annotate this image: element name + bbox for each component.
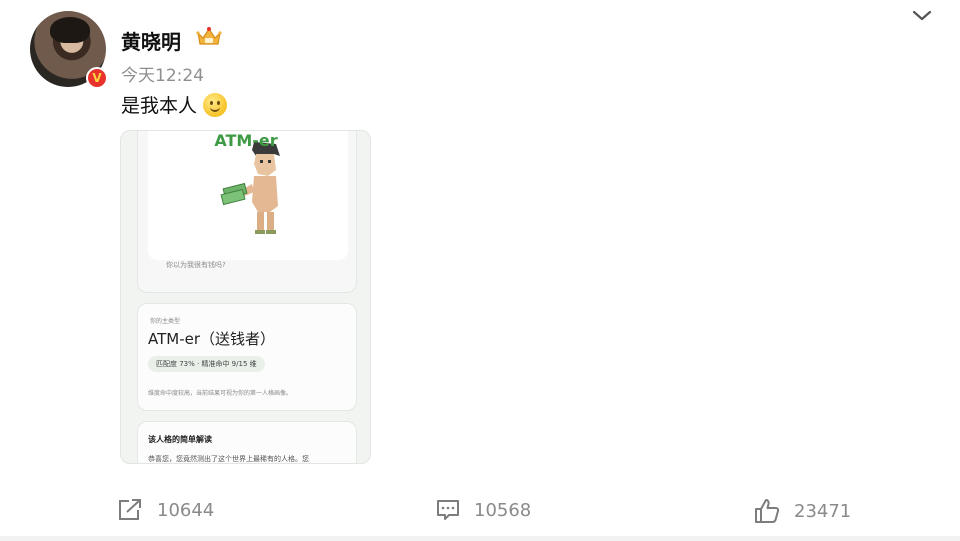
thumbs-up-icon bbox=[755, 499, 780, 523]
interpretation-title: 该人格的简单解读 bbox=[148, 435, 212, 444]
character-illustration bbox=[220, 142, 280, 234]
interpretation-card: 该人格的简单解读 恭喜您，您竟然测出了这个世界上最稀有的人格。您 bbox=[137, 421, 357, 463]
verified-icon: V bbox=[86, 67, 108, 89]
post-image[interactable]: 你以为我很有钱吗? ATM-er 你的主类型 ATM-er（送钱者） 匹配度 7… bbox=[120, 130, 371, 464]
result-type-title: ATM-er bbox=[214, 131, 278, 150]
share-button[interactable]: 10644 bbox=[117, 498, 214, 522]
result-question: 你以为我很有钱吗? bbox=[166, 261, 226, 269]
post-text-content: 是我本人 bbox=[121, 95, 198, 117]
interpretation-text: 恭喜您，您竟然测出了这个世界上最稀有的人格。您 bbox=[148, 455, 309, 463]
share-count: 10644 bbox=[157, 499, 215, 521]
avatar[interactable]: V bbox=[30, 11, 108, 89]
username[interactable]: 黄晓明 bbox=[121, 26, 181, 55]
match-badge: 匹配度 73% · 精准命中 9/15 维 bbox=[148, 356, 265, 372]
weibo-post: V 黄晓明 今天12:24 是我本人 你以为我很有钱吗? ATM-er 你的主类… bbox=[0, 0, 960, 541]
post-text: 是我本人 bbox=[121, 91, 228, 118]
chevron-down-icon[interactable] bbox=[910, 6, 934, 26]
smile-emoji-icon bbox=[203, 92, 228, 117]
like-button[interactable]: 23471 bbox=[754, 498, 851, 524]
match-note: 维度命中度较高，当前结果可视为你的第一人格画像。 bbox=[148, 390, 293, 397]
main-type-label: 你的主类型 bbox=[150, 318, 181, 325]
comment-count: 10568 bbox=[474, 499, 532, 521]
main-type: ATM-er（送钱者） bbox=[148, 330, 276, 348]
crown-badge-icon[interactable] bbox=[195, 25, 223, 47]
comment-icon bbox=[437, 500, 459, 520]
share-icon bbox=[119, 499, 141, 520]
comment-button[interactable]: 10568 bbox=[436, 498, 531, 522]
result-card: 你以为我很有钱吗? bbox=[137, 131, 357, 293]
post-timestamp: 今天12:24 bbox=[121, 66, 204, 86]
like-count: 23471 bbox=[794, 500, 852, 522]
divider bbox=[0, 536, 960, 541]
main-type-card: 你的主类型 ATM-er（送钱者） 匹配度 73% · 精准命中 9/15 维 … bbox=[137, 303, 357, 411]
